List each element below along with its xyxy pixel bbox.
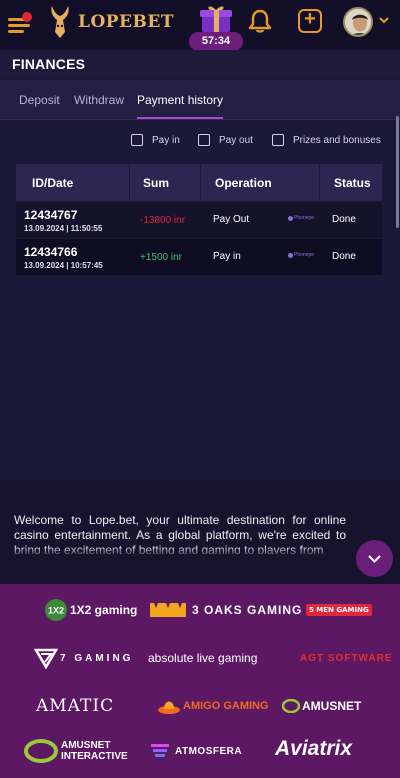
scrollbar[interactable] [396, 116, 399, 228]
provider-name: Phonepe [294, 252, 315, 258]
provider-absolute-live-gaming[interactable]: absolute live gaming [148, 646, 257, 670]
svg-text:1X2: 1X2 [48, 606, 64, 616]
provider-name: absolute live gaming [148, 651, 258, 665]
provider-name: 3 OAKS GAMING [192, 603, 303, 617]
filter-pay-in[interactable]: Pay in [131, 134, 180, 146]
provider-agt-software[interactable]: AGT SOFTWARE [300, 646, 393, 670]
provider-name: 7 GAMING [60, 652, 134, 664]
logo-text: LOPEBET [78, 12, 174, 32]
phonepe-icon [288, 252, 293, 258]
expand-text-button[interactable] [356, 540, 393, 577]
table-header: ID/Date Sum Operation Status [16, 164, 382, 201]
avatar[interactable] [343, 7, 373, 37]
oaks-logo-icon [150, 603, 186, 617]
provider-1x2-gaming[interactable]: 1X2 1X2 gaming [44, 598, 137, 622]
intro-fade [0, 546, 400, 558]
provider-aviatrix[interactable]: Aviatrix [275, 737, 352, 761]
antelope-logo-icon [51, 6, 69, 38]
filter-label: Pay out [219, 134, 253, 146]
tab-payment-history[interactable]: Payment history [137, 93, 223, 107]
page: LOPEBET 57:34 + FINANCES Deposit Withdra… [0, 0, 400, 778]
top-header: LOPEBET 57:34 + [0, 0, 400, 51]
filter-prizes-bonuses[interactable]: Prizes and bonuses [272, 134, 381, 146]
column-header-operation: Operation [215, 176, 272, 190]
bell-icon[interactable] [248, 8, 272, 34]
providers-grid: 1X2 1X2 gaming 3 OAKS GAMING 5 MEN GAMIN… [0, 584, 400, 778]
provider-name: ATMOSFERA [175, 745, 243, 757]
provider-name: AMUSNET INTERACTIVE [61, 740, 128, 762]
bonus-timer[interactable]: 57:34 [189, 32, 243, 51]
amusnet-logo-icon [282, 699, 300, 713]
transaction-sum: +1500 inr [140, 252, 182, 263]
filter-pay-out[interactable]: Pay out [198, 134, 253, 146]
provider-name: 1X2 gaming [70, 603, 138, 617]
provider-7-gaming[interactable]: 7 GAMING [34, 646, 133, 670]
column-header-sum: Sum [143, 176, 170, 190]
provider-3-oaks-gaming[interactable]: 3 OAKS GAMING [148, 598, 302, 622]
tab-deposit[interactable]: Deposit [19, 93, 60, 107]
column-header-id-date: ID/Date [32, 176, 74, 190]
deposit-plus-button[interactable]: + [298, 9, 322, 33]
checkbox[interactable] [272, 134, 284, 146]
7-gaming-logo-icon [34, 648, 58, 669]
provider-name: Phonepe [294, 215, 315, 221]
transaction-sum: -13800 inr [140, 215, 186, 226]
transaction-date: 13.09.2024 | 11:50:55 [24, 224, 103, 233]
filter-label: Prizes and bonuses [293, 134, 381, 146]
payment-provider-logo: Phonepe [288, 252, 314, 258]
checkbox[interactable] [198, 134, 210, 146]
chevron-down-icon [368, 555, 381, 563]
column-divider [319, 164, 320, 201]
provider-name: AGT SOFTWARE [300, 652, 393, 664]
1x2-gaming-logo-icon: 1X2 [45, 599, 67, 621]
menu-icon[interactable] [8, 12, 34, 34]
amigo-sombrero-icon [158, 701, 180, 714]
transaction-date: 13.09.2024 | 10:57:45 [24, 261, 103, 270]
logo[interactable]: LOPEBET [46, 4, 174, 40]
table-row[interactable]: 12434767 13.09.2024 | 11:50:55 -13800 in… [16, 202, 382, 238]
provider-5-men-gaming[interactable]: 5 MEN GAMING [306, 598, 372, 622]
phonepe-icon [288, 215, 293, 221]
payment-provider-logo: Phonepe [288, 215, 314, 221]
column-header-status: Status [334, 176, 371, 190]
transaction-operation: Pay in [213, 251, 241, 262]
column-divider [129, 164, 130, 201]
notification-dot-icon [22, 12, 32, 22]
provider-name: Aviatrix [275, 737, 353, 760]
provider-amatic[interactable]: AMATIC [36, 694, 114, 718]
transaction-status: Done [332, 214, 356, 225]
atmosfera-logo-icon [151, 744, 169, 757]
filter-label: Pay in [152, 134, 180, 146]
provider-name: 5 MEN GAMING [306, 604, 372, 616]
gift-icon[interactable] [198, 4, 234, 34]
provider-amusnet-interactive[interactable]: AMUSNET INTERACTIVE [24, 739, 128, 763]
provider-amigo-gaming[interactable]: AMIGO GAMING [157, 694, 269, 718]
provider-name: AMIGO GAMING [183, 700, 269, 712]
provider-name: AMUSNET [302, 699, 362, 713]
table-row[interactable]: 12434766 13.09.2024 | 10:57:45 +1500 inr… [16, 239, 382, 275]
provider-name: AMATIC [36, 696, 115, 716]
transaction-operation: Pay Out [213, 214, 250, 225]
payment-history-table: ID/Date Sum Operation Status 12434767 13… [16, 164, 382, 275]
provider-amusnet[interactable]: AMUSNET [282, 694, 361, 718]
provider-atmosfera[interactable]: ATMOSFERA [149, 739, 242, 763]
chevron-down-icon[interactable] [377, 13, 391, 27]
transaction-id: 12434767 [24, 208, 78, 222]
tab-withdraw[interactable]: Withdraw [74, 93, 124, 107]
amusnet-interactive-logo-icon [24, 739, 58, 763]
transaction-status: Done [332, 251, 356, 262]
transaction-id: 12434766 [24, 245, 78, 259]
page-title: FINANCES [12, 56, 86, 72]
checkbox[interactable] [131, 134, 143, 146]
column-divider [200, 164, 201, 201]
